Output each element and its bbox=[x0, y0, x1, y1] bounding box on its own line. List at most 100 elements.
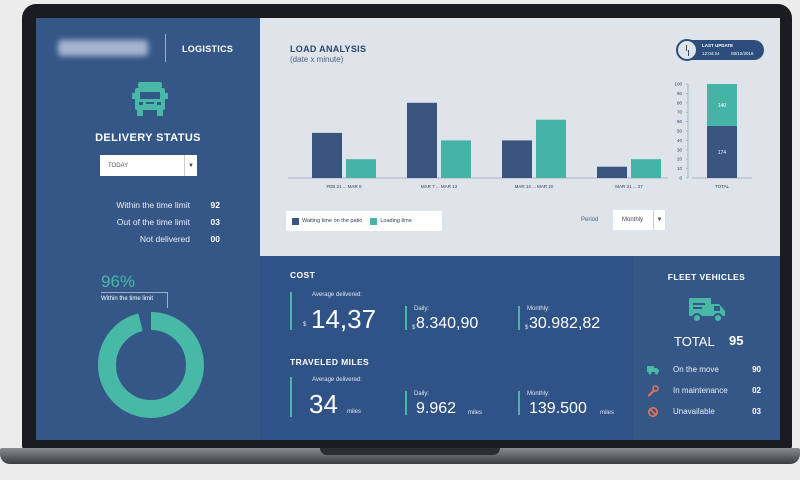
metric-value: 9.962 bbox=[416, 400, 457, 417]
y-tick-label: 90 bbox=[677, 91, 683, 96]
on-time-donut-chart bbox=[98, 312, 204, 418]
fleet-row-maintenance: In maintenance 02 bbox=[647, 385, 761, 397]
chevron-down-icon[interactable]: ▼ bbox=[653, 210, 665, 230]
metric-unit: miles bbox=[468, 410, 483, 416]
period-value: Monthly bbox=[622, 217, 644, 223]
metric-label: Average delivered: bbox=[312, 377, 362, 383]
x-tick-label: MAR 14 ... MAR 20 bbox=[515, 184, 554, 189]
y-tick-label: 70 bbox=[677, 110, 683, 115]
y-tick-label: 10 bbox=[677, 166, 683, 171]
metric-accent-bar bbox=[518, 306, 520, 330]
metric-label: Average delivered: bbox=[312, 292, 362, 298]
delivery-period-value: TODAY bbox=[108, 162, 129, 169]
bar-waiting bbox=[312, 132, 342, 178]
fleet-row-value: 03 bbox=[752, 407, 761, 416]
metric-unit: miles bbox=[600, 410, 615, 416]
y-tick-label: 30 bbox=[677, 147, 683, 152]
cost-miles-panel: COST Average delivered: $ 14,37 Daily: $… bbox=[260, 256, 633, 440]
fleet-total-value: 95 bbox=[729, 333, 744, 348]
truck-icon bbox=[647, 366, 659, 375]
fleet-vehicles-panel: FLEET VEHICLES TOTAL 95 On the move 90 I… bbox=[633, 256, 780, 440]
laptop-notch bbox=[320, 448, 500, 455]
status-value: 03 bbox=[210, 217, 220, 227]
percent-underline bbox=[101, 292, 168, 293]
legend-swatch-loading bbox=[370, 217, 378, 225]
miles-average: Average delivered: 34 miles bbox=[290, 377, 400, 419]
metric-accent-bar bbox=[405, 306, 407, 330]
truck-icon bbox=[132, 82, 168, 116]
load-analysis-chart: FEB 21 ... MAR 6 MAR 7 ... MAR 13 MAR 14 .… bbox=[288, 82, 752, 189]
y-tick-label: 0 bbox=[679, 176, 682, 181]
bar-loading bbox=[536, 119, 566, 178]
company-logo bbox=[58, 40, 148, 56]
delivery-status-panel: LOGISTICS DELIVERY STATUS TODAY ▼ Within… bbox=[36, 18, 260, 440]
metric-value: 139.500 bbox=[529, 400, 587, 417]
cost-monthly: Monthly: $ 30.982,82 bbox=[518, 306, 628, 336]
y-tick-label: 20 bbox=[677, 157, 683, 162]
status-row-not-delivered: Not delivered 00 bbox=[56, 234, 220, 244]
y-tick-label: 50 bbox=[677, 129, 683, 134]
y-tick-label: 60 bbox=[677, 119, 683, 124]
percent-tick bbox=[167, 292, 168, 308]
bar-loading bbox=[346, 159, 376, 178]
miles-monthly: Monthly: 139.500 miles bbox=[518, 391, 630, 421]
miles-daily: Daily: 9.962 miles bbox=[405, 391, 505, 421]
chart-legend: Waiting time on the patio Loading time bbox=[286, 211, 442, 231]
total-segment-label: 140 bbox=[718, 103, 727, 109]
fleet-row-label: On the move bbox=[673, 365, 719, 374]
app-title: LOGISTICS bbox=[182, 44, 234, 54]
fleet-row-unavailable: Unavailable 03 bbox=[647, 406, 761, 418]
metric-label: Daily: bbox=[414, 391, 430, 397]
fleet-row-value: 90 bbox=[752, 365, 761, 374]
wrench-icon bbox=[648, 385, 659, 397]
delivery-status-title: DELIVERY STATUS bbox=[95, 132, 201, 144]
legend-swatch-waiting bbox=[292, 217, 299, 225]
miles-title: TRAVELED MILES bbox=[290, 357, 370, 367]
period-label: Period bbox=[581, 217, 599, 223]
cost-average: Average delivered: $ 14,37 bbox=[290, 292, 400, 334]
total-segment-label: 174 bbox=[718, 150, 727, 156]
legend-label-loading: Loading time bbox=[380, 218, 412, 224]
total-label: TOTAL bbox=[715, 184, 730, 189]
currency-prefix: $ bbox=[303, 322, 307, 328]
status-row-out: Out of the time limit 03 bbox=[56, 217, 220, 227]
metric-unit: miles bbox=[347, 409, 362, 415]
donut-arc bbox=[98, 312, 204, 418]
metric-accent-bar bbox=[518, 391, 520, 415]
delivery-period-dropdown[interactable]: TODAY ▼ bbox=[100, 155, 197, 176]
metric-accent-bar bbox=[405, 391, 407, 415]
y-tick-label: 100 bbox=[674, 82, 682, 87]
y-tick-label: 80 bbox=[677, 100, 683, 105]
fleet-row-on-the-move: On the move 90 bbox=[647, 364, 761, 376]
fleet-row-value: 02 bbox=[752, 386, 761, 395]
fleet-title: FLEET VEHICLES bbox=[667, 272, 746, 282]
metric-label: Monthly: bbox=[527, 391, 550, 397]
y-tick-label: 40 bbox=[677, 138, 683, 143]
status-label: Within the time limit bbox=[116, 200, 190, 210]
status-label: Not delivered bbox=[139, 234, 190, 244]
bar-waiting bbox=[407, 102, 437, 178]
load-analysis-panel: LOAD ANALYSIS (date x minute) LAST UPDAT… bbox=[260, 18, 780, 256]
status-row-within: Within the time limit 92 bbox=[56, 200, 220, 210]
x-tick-label: MAR 7 ... MAR 13 bbox=[421, 184, 458, 189]
prohibited-icon bbox=[648, 407, 658, 417]
metric-value: 30.982,82 bbox=[529, 315, 601, 332]
bar-waiting bbox=[597, 166, 627, 178]
currency-prefix: $ bbox=[412, 325, 416, 331]
metric-accent-bar bbox=[290, 292, 292, 330]
metric-accent-bar bbox=[290, 377, 292, 417]
chevron-down-icon[interactable]: ▼ bbox=[184, 155, 197, 176]
status-value: 92 bbox=[210, 200, 220, 210]
header-divider bbox=[165, 34, 166, 62]
fleet-row-label: Unavailable bbox=[673, 407, 715, 416]
status-value: 00 bbox=[210, 234, 220, 244]
metric-value: 14,37 bbox=[311, 304, 377, 334]
metric-value: 8.340,90 bbox=[416, 315, 479, 332]
cost-daily: Daily: $ 8.340,90 bbox=[405, 306, 505, 336]
metric-value: 34 bbox=[309, 389, 338, 419]
status-label: Out of the time limit bbox=[116, 217, 190, 227]
on-time-percent-label: Within the time limit bbox=[101, 296, 154, 302]
period-dropdown[interactable]: Monthly ▼ bbox=[613, 210, 665, 230]
x-tick-label: FEB 21 ... MAR 6 bbox=[326, 184, 362, 189]
bar-loading bbox=[441, 140, 471, 178]
